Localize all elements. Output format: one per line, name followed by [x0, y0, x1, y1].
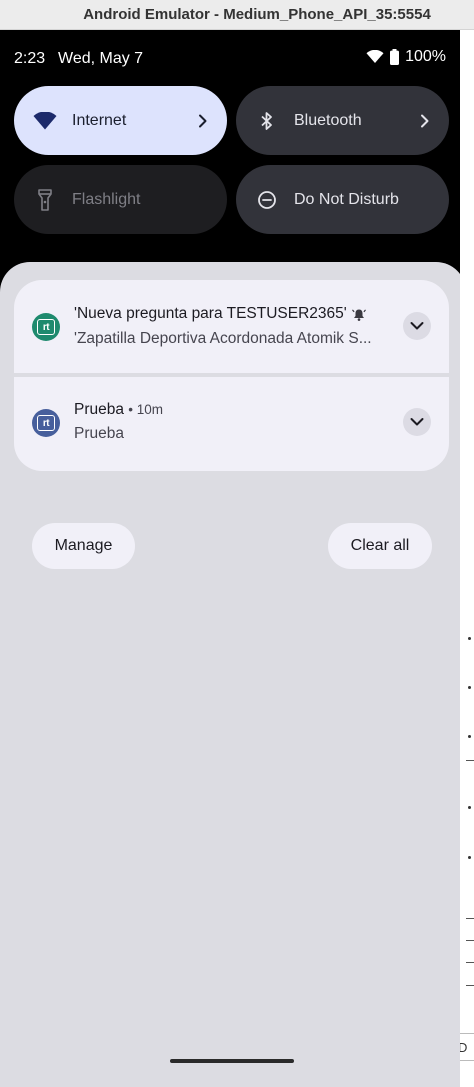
- battery-percentage: 100%: [405, 48, 446, 65]
- manage-button-label: Manage: [54, 537, 113, 554]
- side-panel-dot: [468, 735, 471, 738]
- chevron-down-icon: [410, 418, 424, 426]
- expand-button[interactable]: [403, 312, 431, 340]
- side-panel-dot: [468, 806, 471, 809]
- chevron-right-icon: [193, 111, 213, 131]
- expand-button[interactable]: [403, 408, 431, 436]
- notification-app-name: Prueba: [74, 401, 124, 418]
- app-icon-label: rt: [37, 319, 55, 335]
- bell-icon: [352, 309, 366, 321]
- notification-time: • 10m: [128, 402, 164, 417]
- internet-tile-label: Internet: [72, 111, 127, 129]
- notification-title: Prueba • 10m: [74, 401, 163, 419]
- flashlight-icon: [32, 187, 58, 213]
- flashlight-tile-label: Flashlight: [72, 190, 141, 208]
- do-not-disturb-tile[interactable]: Do Not Disturb: [236, 165, 449, 234]
- clear-all-button-label: Clear all: [350, 537, 410, 554]
- notification-text: Prueba: [74, 425, 124, 442]
- bluetooth-tile-label: Bluetooth: [294, 111, 362, 129]
- battery-icon: [390, 49, 400, 65]
- status-date: Wed, May 7: [58, 50, 144, 67]
- do-not-disturb-tile-label: Do Not Disturb: [294, 190, 399, 208]
- app-icon-label: rt: [37, 415, 55, 431]
- manage-button[interactable]: Manage: [32, 523, 135, 569]
- status-icons: 100%: [366, 48, 446, 66]
- side-panel-mark: [466, 940, 474, 941]
- side-panel-dot: [468, 686, 471, 689]
- app-icon: rt: [32, 313, 60, 341]
- notification-text: 'Zapatilla Deportiva Acordonada Atomik S…: [74, 330, 372, 347]
- side-panel-mark: [466, 962, 474, 963]
- side-panel: [460, 30, 474, 1087]
- app-icon: rt: [32, 409, 60, 437]
- wifi-status-icon: [366, 50, 384, 63]
- clear-all-button[interactable]: Clear all: [328, 523, 432, 569]
- status-time: 2:23: [14, 50, 46, 67]
- bluetooth-icon: [254, 108, 280, 134]
- bluetooth-tile[interactable]: Bluetooth: [236, 86, 449, 155]
- side-panel-mark: [466, 918, 474, 919]
- side-panel-mark: [466, 760, 474, 761]
- chevron-right-icon: [415, 111, 435, 131]
- device-screen: 2:23 Wed, May 7 100% Internet Bluetooth …: [0, 30, 460, 1087]
- notification-item[interactable]: rt Prueba • 10m Prueba: [14, 377, 449, 471]
- notification-item[interactable]: rt 'Nueva pregunta para TESTUSER2365' 'Z…: [14, 280, 449, 375]
- emulator-title-bar: Android Emulator - Medium_Phone_API_35:5…: [0, 0, 474, 30]
- window-title: Android Emulator - Medium_Phone_API_35:5…: [83, 6, 431, 23]
- notification-list: rt 'Nueva pregunta para TESTUSER2365' 'Z…: [14, 280, 449, 471]
- flashlight-tile[interactable]: Flashlight: [14, 165, 227, 234]
- notification-shade: rt 'Nueva pregunta para TESTUSER2365' 'Z…: [0, 262, 460, 1087]
- notification-title: 'Nueva pregunta para TESTUSER2365': [74, 305, 347, 322]
- wifi-icon: [32, 108, 58, 134]
- chevron-down-icon: [410, 322, 424, 330]
- navigation-handle[interactable]: [170, 1059, 294, 1063]
- internet-tile[interactable]: Internet: [14, 86, 227, 155]
- side-panel-mark: [466, 985, 474, 986]
- side-panel-dot: [468, 856, 471, 859]
- side-panel-dot: [468, 637, 471, 640]
- do-not-disturb-icon: [254, 187, 280, 213]
